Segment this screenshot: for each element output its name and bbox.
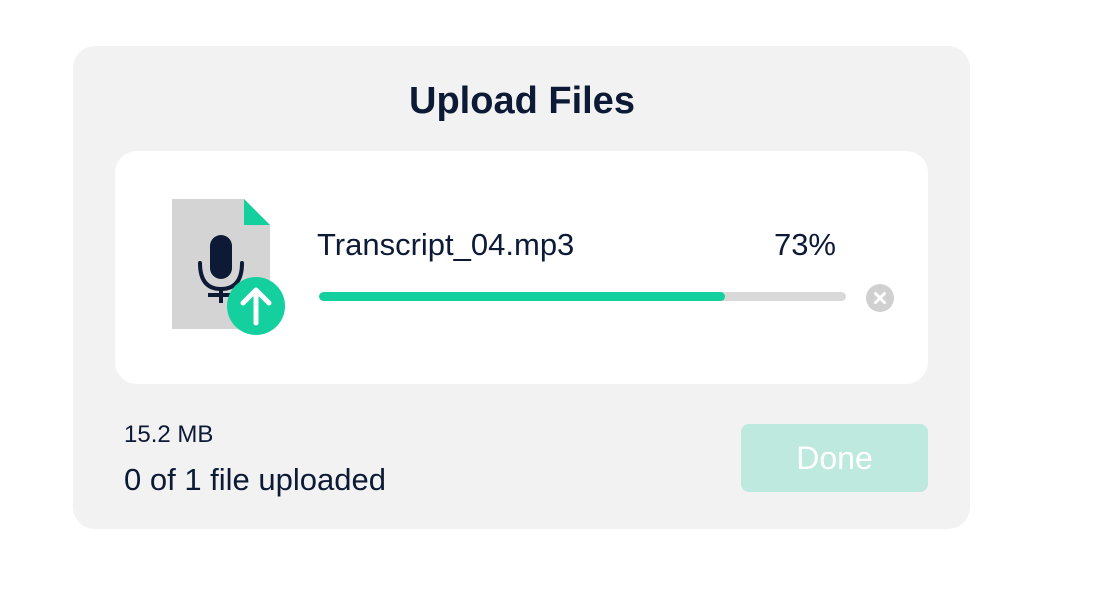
done-button[interactable]: Done: [741, 424, 928, 492]
cancel-upload-button[interactable]: [866, 284, 894, 312]
upload-progress-fill: [319, 292, 725, 301]
dialog-title: Upload Files: [409, 80, 635, 122]
file-name: Transcript_04.mp3: [317, 227, 575, 262]
upload-arrow-icon: [227, 277, 285, 335]
file-size: 15.2 MB: [124, 421, 214, 448]
audio-file-icon: [172, 199, 285, 335]
upload-percent: 73%: [773, 227, 836, 262]
upload-status: 0 of 1 file uploaded: [124, 462, 386, 497]
close-icon: [874, 292, 886, 304]
upload-progress-bar: [319, 292, 846, 301]
